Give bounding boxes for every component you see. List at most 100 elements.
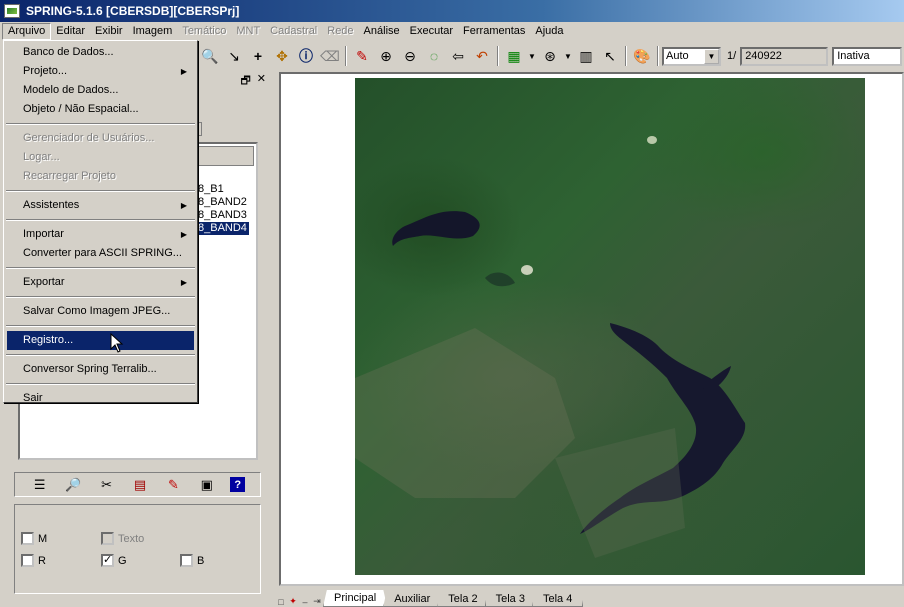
- app-icon: [4, 4, 20, 18]
- select-cursor-icon[interactable]: ↖: [599, 45, 621, 67]
- menu-label: Modelo de Dados...: [23, 84, 119, 96]
- menu-recarregar-projeto[interactable]: Recarregar Projeto: [4, 167, 197, 186]
- tab-remove-icon[interactable]: –: [299, 597, 311, 607]
- menu-gerenciador-de-usuarios[interactable]: Gerenciador de Usuários...: [4, 129, 197, 148]
- tree-header-button[interactable]: [194, 146, 254, 166]
- undo-icon[interactable]: ↶: [471, 45, 493, 67]
- tab-auxiliar[interactable]: Auxiliar: [383, 591, 442, 607]
- menu-label: Exportar: [23, 276, 65, 288]
- zoom-area-icon[interactable]: 🔍: [199, 45, 221, 67]
- scale-mode-select[interactable]: Auto ▼: [662, 46, 721, 66]
- crosshair-icon[interactable]: +: [247, 45, 269, 67]
- menu-imagem[interactable]: Imagem: [128, 23, 178, 40]
- tab-tela-2[interactable]: Tela 2: [437, 591, 489, 607]
- menu-analise[interactable]: Análise: [359, 23, 405, 40]
- checkbox-box[interactable]: [101, 532, 114, 545]
- main-toolbar: 🔍 ↘ + ✥ ⓘ ⌫ ✎ ⊕ ⊖ ◌ ⇦ ↶ ▦ ▼ ⊛ ▼ ▥ ↖ 🎨 Au…: [198, 43, 904, 69]
- list-icon[interactable]: ☰: [30, 476, 50, 494]
- menu-exportar[interactable]: Exportar ▶: [4, 273, 197, 292]
- menu-label: Converter para ASCII SPRING...: [23, 247, 182, 259]
- menu-cadastral[interactable]: Cadastral: [265, 23, 322, 40]
- submenu-arrow-icon: ▶: [180, 201, 187, 210]
- menu-salvar-jpeg[interactable]: Salvar Como Imagem JPEG...: [4, 302, 197, 321]
- close-icon[interactable]: ✕: [257, 72, 266, 88]
- legend-icon[interactable]: ▣: [197, 476, 217, 494]
- menu-mnt[interactable]: MNT: [231, 23, 265, 40]
- zoom-in-icon[interactable]: ⊕: [375, 45, 397, 67]
- restore-icon[interactable]: 🗗: [240, 72, 250, 88]
- menu-label: Banco de Dados...: [23, 46, 114, 58]
- menu-exibir[interactable]: Exibir: [90, 23, 128, 40]
- menu-assistentes[interactable]: Assistentes ▶: [4, 196, 197, 215]
- zoom-out-icon[interactable]: ⊖: [399, 45, 421, 67]
- info-icon[interactable]: ⓘ: [295, 45, 317, 67]
- view-tabs: □ ✦ – ⇥ Principal Auxiliar Tela 2 Tela 3…: [275, 587, 904, 607]
- menu-separator: [6, 123, 195, 125]
- help-icon[interactable]: ?: [230, 477, 246, 492]
- menu-importar[interactable]: Importar ▶: [4, 225, 197, 244]
- checkbox-box-checked[interactable]: ✓: [101, 554, 114, 567]
- checkbox-m[interactable]: M: [21, 532, 47, 545]
- chevron-down-icon[interactable]: ▼: [704, 48, 719, 64]
- arrow-down-right-icon[interactable]: ↘: [223, 45, 245, 67]
- menu-converter-ascii[interactable]: Converter para ASCII SPRING...: [4, 244, 197, 263]
- checkbox-b[interactable]: B: [180, 554, 204, 567]
- layer-item-selected[interactable]: 8_BAND4: [196, 222, 249, 235]
- layer-tool-strip: ☰ 🔎 ✂ ▤ ✎ ▣ ?: [14, 472, 261, 497]
- checkbox-texto[interactable]: Texto: [101, 532, 144, 545]
- table-icon[interactable]: ▥: [575, 45, 597, 67]
- grid-tool-icon[interactable]: ▦: [503, 45, 525, 67]
- eraser-icon[interactable]: ⌫: [319, 45, 341, 67]
- menu-sair[interactable]: Sair: [4, 389, 197, 408]
- menu-modelo-de-dados[interactable]: Modelo de Dados...: [4, 81, 197, 100]
- checkbox-box[interactable]: [21, 554, 34, 567]
- search-table-icon[interactable]: 🔎: [63, 476, 83, 494]
- menu-arquivo[interactable]: Arquivo: [2, 23, 52, 40]
- scale-prefix: 1/: [727, 50, 737, 62]
- menu-conversor-terralib[interactable]: Conversor Spring Terralib...: [4, 360, 197, 379]
- menu-rede[interactable]: Rede: [322, 23, 358, 40]
- layer-item[interactable]: 8_B1: [196, 183, 226, 196]
- layer-item[interactable]: 8_BAND3: [196, 209, 249, 222]
- checkbox-label: B: [197, 554, 205, 567]
- palette-icon[interactable]: 🎨: [631, 45, 653, 67]
- menu-registro[interactable]: Registro...: [7, 331, 194, 350]
- tools-icon[interactable]: ✂: [97, 476, 117, 494]
- menu-banco-de-dados[interactable]: Banco de Dados...: [4, 43, 197, 62]
- scale-mode-value: Auto: [666, 50, 689, 62]
- checkbox-box[interactable]: [21, 532, 34, 545]
- toolbar-separator: [657, 46, 659, 66]
- menu-separator: [6, 383, 195, 385]
- menu-label: Logar...: [23, 151, 60, 163]
- tab-tela-4[interactable]: Tela 4: [531, 591, 584, 607]
- pencil-icon[interactable]: ✎: [163, 476, 183, 494]
- window-title: SPRING-5.1.6 [CBERSDB][CBERSPrj]: [26, 4, 240, 18]
- tab-tela-3[interactable]: Tela 3: [484, 591, 536, 607]
- checkbox-g[interactable]: ✓ G: [101, 554, 127, 567]
- checkbox-box[interactable]: [180, 554, 193, 567]
- scale-value-field[interactable]: 240922: [740, 46, 829, 66]
- dropdown-arrow-icon[interactable]: ▼: [563, 45, 573, 67]
- layer-item[interactable]: 8_BAND2: [196, 196, 249, 209]
- tab-nav-first-icon[interactable]: □: [275, 597, 287, 607]
- menu-executar[interactable]: Executar: [405, 23, 458, 40]
- menu-logar[interactable]: Logar...: [4, 148, 197, 167]
- tab-principal[interactable]: Principal: [323, 590, 388, 607]
- menu-tematico[interactable]: Temático: [177, 23, 231, 40]
- paint-icon[interactable]: ▤: [130, 476, 150, 494]
- satellite-image[interactable]: [355, 78, 865, 575]
- query-icon[interactable]: ⊛: [539, 45, 561, 67]
- menu-objeto-nao-espacial[interactable]: Objeto / Não Espacial...: [4, 100, 197, 119]
- pan-icon[interactable]: ✥: [271, 45, 293, 67]
- back-arrow-icon[interactable]: ⇦: [447, 45, 469, 67]
- pencil-icon[interactable]: ✎: [351, 45, 373, 67]
- menu-ajuda[interactable]: Ajuda: [530, 23, 568, 40]
- menu-editar[interactable]: Editar: [51, 23, 90, 40]
- checkbox-r[interactable]: R: [21, 554, 46, 567]
- dropdown-arrow-icon[interactable]: ▼: [527, 45, 537, 67]
- lasso-icon[interactable]: ◌: [423, 45, 445, 67]
- tab-nav-next-icon[interactable]: ⇥: [311, 596, 323, 607]
- tab-add-icon[interactable]: ✦: [287, 596, 299, 607]
- menu-projeto[interactable]: Projeto... ▶: [4, 62, 197, 81]
- menu-ferramentas[interactable]: Ferramentas: [458, 23, 530, 40]
